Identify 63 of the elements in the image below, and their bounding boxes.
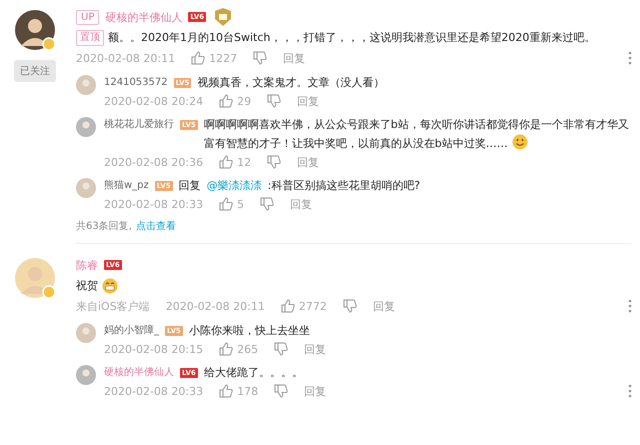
thumb-down-icon[interactable] (253, 51, 268, 65)
reply-time: 2020-02-08 20:33 (104, 384, 204, 398)
user-name[interactable]: 1241053572 (104, 74, 168, 92)
reply-time: 2020-02-08 20:15 (104, 342, 204, 356)
comment-time: 2020-02-08 20:11 (166, 300, 265, 312)
like-count: 265 (237, 342, 258, 356)
thumb-down-icon[interactable] (274, 384, 288, 398)
mention-link[interactable]: @樂渿渿渿 (206, 177, 262, 195)
like-count: 1227 (209, 52, 238, 64)
thumb-down-icon[interactable] (260, 197, 274, 211)
source-label: 来自iOS客户端 (76, 298, 150, 314)
reply-text: 给大佬跪了。。。。 (204, 365, 304, 381)
like-count: 5 (237, 198, 244, 210)
comment-time: 2020-02-08 20:11 (76, 52, 176, 64)
view-replies-link[interactable]: 点击查看 (136, 219, 176, 233)
more-icon[interactable] (628, 51, 632, 65)
reply-link[interactable]: 回复 (297, 154, 320, 170)
thumb-up-icon[interactable] (219, 342, 234, 356)
reply-text: :科普区别搞这些花里胡哨的吧? (268, 178, 422, 194)
follow-button[interactable]: 已关注 (14, 60, 56, 82)
thumb-up-icon[interactable] (280, 299, 295, 313)
more-icon[interactable] (628, 384, 632, 398)
reply-text: 视频真香，文案鬼才。文章（没人看） (197, 75, 386, 91)
thumb-up-icon[interactable] (219, 197, 234, 211)
user-name[interactable]: 陈睿 (76, 258, 98, 272)
comment-text: 额。。2020年1月的10台Switch，，，打错了，，，这说明我潜意识里还是希望2020重新来过吧。 (108, 30, 596, 46)
user-name[interactable]: 妈的小智障_ (104, 322, 159, 340)
reply-time: 2020-02-08 20:36 (104, 156, 204, 168)
thumb-down-icon[interactable] (274, 342, 288, 356)
up-tag: UP (76, 10, 100, 24)
like-count: 2772 (298, 300, 327, 312)
reply-link[interactable]: 回复 (304, 342, 326, 356)
user-name[interactable]: 硬核的半佛仙人 (104, 364, 174, 382)
grin-emoji-icon (102, 278, 118, 294)
avatar[interactable] (15, 10, 55, 50)
reply-link[interactable]: 回复 (304, 384, 326, 398)
user-name[interactable]: 桃花花儿爱旅行 (104, 116, 174, 134)
thumb-up-icon[interactable] (219, 94, 234, 108)
reply-text: 啊啊啊啊啊喜欢半佛，从公众号跟来了b站，每次听你讲话都觉得你是一个非常有才华又富有智慧的才子！让我中奖吧，以前真的从没在b站中过奖…… (204, 117, 630, 152)
thumb-down-icon[interactable] (342, 299, 357, 313)
reply-prefix: 回复 (178, 178, 201, 194)
like-count: 29 (237, 94, 252, 108)
like-count: 12 (237, 156, 252, 168)
thumb-up-icon[interactable] (219, 155, 234, 169)
like-count: 178 (237, 384, 258, 398)
reply-link[interactable]: 回复 (283, 50, 306, 66)
smile-emoji-icon (512, 134, 528, 150)
pinned-tag: 置顶 (76, 30, 104, 46)
reply-link[interactable]: 回复 (372, 298, 395, 314)
comment-text: 祝贺 (76, 278, 98, 294)
reply-time: 2020-02-08 20:24 (104, 94, 204, 108)
reply-link[interactable]: 回复 (297, 94, 320, 108)
more-icon[interactable] (628, 299, 632, 313)
user-name[interactable]: 硬核的半佛仙人 (105, 10, 182, 24)
reply-link[interactable]: 回复 (290, 196, 312, 212)
thumb-down-icon[interactable] (267, 155, 282, 169)
reply-time: 2020-02-08 20:33 (104, 198, 204, 210)
reply-text: 小陈你来啦，快上去坐坐 (188, 323, 311, 339)
thumb-down-icon[interactable] (267, 94, 282, 108)
user-name[interactable]: 熊猫w_pz (104, 177, 149, 195)
reply-count: 共63条回复, (76, 220, 132, 233)
thumb-up-icon[interactable] (191, 51, 206, 65)
thumb-up-icon[interactable] (219, 384, 234, 398)
